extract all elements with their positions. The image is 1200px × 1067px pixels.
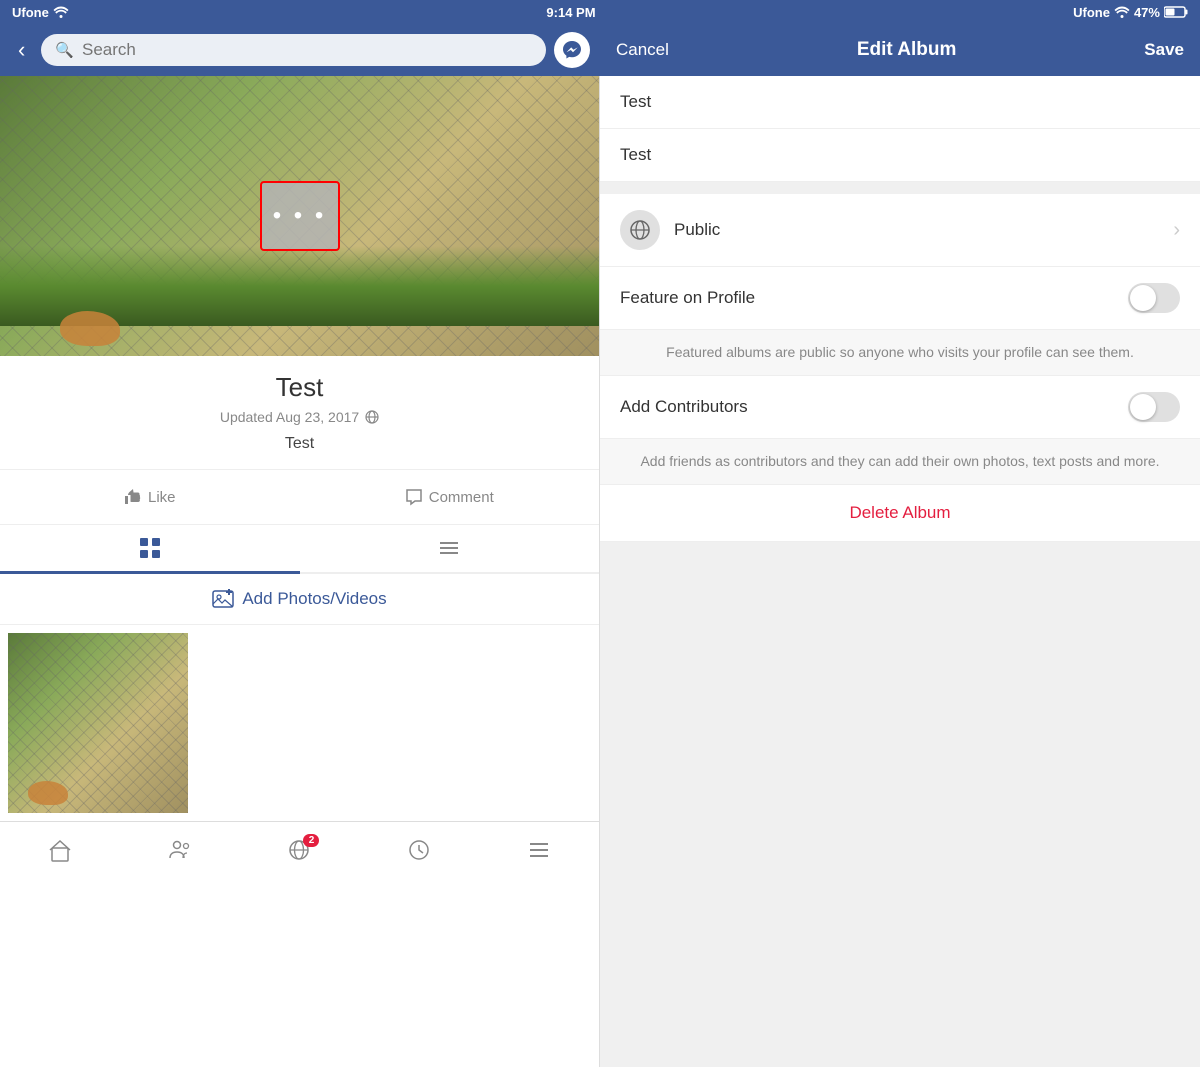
more-button[interactable]: • • • (260, 181, 340, 251)
feature-info-text: Featured albums are public so anyone who… (600, 330, 1200, 376)
feature-profile-toggle[interactable] (1128, 283, 1180, 313)
wifi-icon-right (1114, 6, 1130, 18)
add-photo-icon (212, 588, 234, 610)
album-meta: Updated Aug 23, 2017 (20, 409, 579, 425)
more-dots-icon: • • • (273, 202, 327, 230)
chevron-right-icon: › (1173, 219, 1180, 242)
nav-menu[interactable] (479, 830, 599, 869)
comment-icon (405, 488, 423, 506)
tab-bar (0, 525, 599, 574)
privacy-label: Public (674, 220, 1173, 240)
edit-album-title: Edit Album (857, 39, 957, 61)
nav-globe[interactable]: 2 (240, 830, 360, 869)
cover-photo: • • • (0, 76, 599, 356)
globe-privacy-icon (629, 219, 651, 241)
thumb-cat (28, 781, 68, 805)
grid-icon (139, 537, 161, 559)
cancel-button[interactable]: Cancel (616, 40, 669, 60)
carrier-right: Ufone (1073, 5, 1110, 20)
album-desc-input[interactable] (620, 145, 1180, 165)
search-icon: 🔍 (55, 41, 74, 59)
privacy-icon-container (620, 210, 660, 250)
back-button[interactable]: ‹ (10, 29, 33, 71)
bottom-gray-area (600, 542, 1200, 1067)
status-left: Ufone (12, 5, 69, 20)
like-label: Like (148, 489, 176, 506)
contributors-toggle-thumb (1130, 394, 1156, 420)
status-right: Ufone 47% (1073, 5, 1188, 20)
messenger-button[interactable] (554, 32, 590, 68)
contributors-row: Add Contributors (600, 376, 1200, 439)
toggle-thumb (1130, 285, 1156, 311)
home-icon (48, 838, 72, 862)
feature-profile-row: Feature on Profile (600, 267, 1200, 330)
contributors-info-text: Add friends as contributors and they can… (600, 439, 1200, 485)
thumbnails-area (0, 625, 599, 821)
right-panel: Public › Feature on Profile Featured alb… (600, 76, 1200, 1067)
menu-icon (527, 838, 551, 862)
notification-badge: 2 (303, 834, 319, 847)
like-icon (124, 488, 142, 506)
messenger-icon (562, 40, 582, 60)
globe-meta-icon (365, 410, 379, 424)
contributors-toggle[interactable] (1128, 392, 1180, 422)
nav-history[interactable] (359, 830, 479, 869)
album-info: Test Updated Aug 23, 2017 Test (0, 356, 599, 470)
privacy-row[interactable]: Public › (600, 194, 1200, 267)
tab-list[interactable] (300, 525, 600, 572)
album-desc-field-row (600, 129, 1200, 182)
nav-home[interactable] (0, 830, 120, 869)
nav-right: Cancel Edit Album Save (600, 39, 1200, 61)
delete-album-label: Delete Album (849, 503, 950, 522)
history-icon (407, 838, 431, 862)
list-icon (438, 537, 460, 559)
status-time-left: 9:14 PM (546, 5, 595, 20)
search-box[interactable]: 🔍 (41, 34, 546, 66)
left-panel: • • • Test Updated Aug 23, 2017 Test (0, 76, 600, 1067)
main-content: • • • Test Updated Aug 23, 2017 Test (0, 76, 1200, 1067)
battery-right: 47% (1134, 5, 1160, 20)
wifi-icon-left (53, 6, 69, 18)
action-bar: Like Comment (0, 470, 599, 525)
add-photos-label: Add Photos/Videos (242, 589, 386, 609)
delete-album-row[interactable]: Delete Album (600, 485, 1200, 542)
album-title-display: Test (20, 372, 579, 403)
comment-label: Comment (429, 489, 494, 506)
thumbnail-item[interactable] (8, 633, 188, 813)
battery-icon (1164, 6, 1188, 18)
album-name-input[interactable] (620, 92, 1180, 112)
nav-friends[interactable] (120, 830, 240, 869)
tab-grid[interactable] (0, 525, 300, 574)
cat-shape (60, 311, 120, 346)
add-photos-button[interactable]: Add Photos/Videos (0, 574, 599, 625)
separator-1 (600, 182, 1200, 194)
comment-button[interactable]: Comment (300, 480, 600, 514)
friends-icon (168, 838, 192, 862)
nav-bar: ‹ 🔍 Cancel Edit Album Save (0, 24, 1200, 76)
album-name-field-row (600, 76, 1200, 129)
nav-left: ‹ 🔍 (0, 29, 600, 71)
feature-profile-label: Feature on Profile (620, 288, 1128, 308)
status-bar: Ufone 9:14 PM Ufone 47% (0, 0, 1200, 24)
bottom-nav: 2 (0, 821, 599, 877)
contributors-label: Add Contributors (620, 397, 1128, 417)
like-button[interactable]: Like (0, 480, 300, 514)
carrier-left: Ufone (12, 5, 49, 20)
search-input[interactable] (82, 40, 532, 60)
save-button[interactable]: Save (1144, 40, 1184, 60)
album-desc-display: Test (20, 435, 579, 453)
